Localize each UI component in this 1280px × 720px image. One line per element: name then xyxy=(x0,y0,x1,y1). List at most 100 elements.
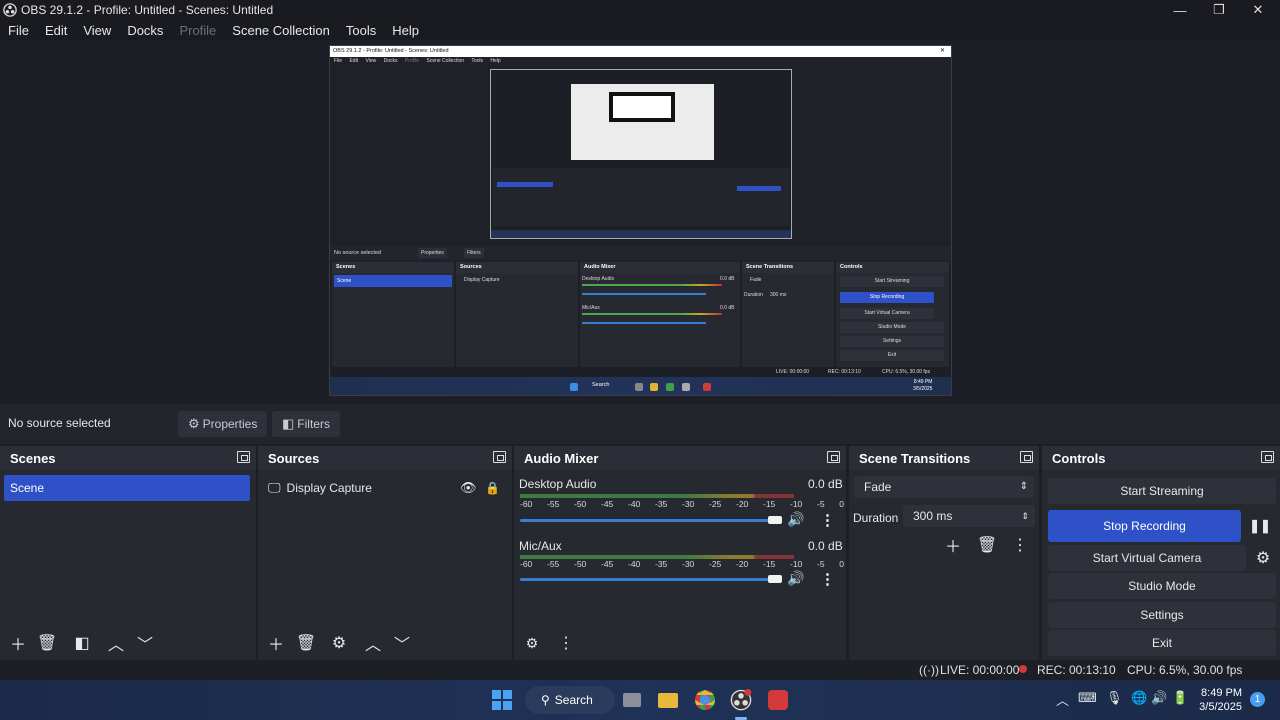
transition-properties-button[interactable]: ⋮ xyxy=(1009,534,1031,556)
preview-statusbar: LIVE: 00:00:00 REC: 00:13:10 CPU: 6.5%, … xyxy=(330,367,951,377)
source-properties-button[interactable]: ⚙ xyxy=(328,632,350,654)
preview-canvas[interactable]: OBS 29.1.2 - Profile: Untitled - Scenes:… xyxy=(329,45,952,396)
audio-mixer-dock: Audio Mixer Desktop Audio 0.0 dB -60 -55… xyxy=(514,446,846,660)
undock-icon[interactable] xyxy=(1020,451,1033,463)
more-options-icon[interactable]: ⋮ xyxy=(820,570,835,588)
task-view-button[interactable] xyxy=(620,688,644,712)
add-transition-button[interactable]: ＋ xyxy=(942,534,964,556)
tick-label: -60 xyxy=(520,499,533,509)
mic-aux-ticks: -60 -55 -50 -45 -40 -35 -30 -25 -20 -15 … xyxy=(520,559,844,569)
desktop-audio-ticks: -60 -55 -50 -45 -40 -35 -30 -25 -20 -15 … xyxy=(520,499,844,509)
scenes-dock: Scenes Scene ＋ 🗑 ◧ ︿ ﹀ xyxy=(0,446,256,660)
preview-duration-label: Duration xyxy=(744,292,763,298)
notification-badge[interactable]: 1 xyxy=(1250,692,1265,707)
globe-icon[interactable]: 🌐 xyxy=(1131,690,1147,706)
menu-docks[interactable]: Docks xyxy=(119,23,171,38)
preview-dock-title: Sources xyxy=(456,262,578,273)
remove-scene-button[interactable]: 🗑 xyxy=(36,632,58,654)
remove-transition-button[interactable]: 🗑 xyxy=(976,534,998,556)
menu-file[interactable]: File xyxy=(0,23,37,38)
search-icon: ⚲ xyxy=(541,693,550,707)
wps-office-button[interactable] xyxy=(766,688,790,712)
undock-icon[interactable] xyxy=(1261,451,1274,463)
preview-taskbar: Search 8:49 PM 3/5/2025 xyxy=(330,377,951,395)
battery-icon[interactable]: 🔋 xyxy=(1172,690,1188,706)
tick-label: -20 xyxy=(736,559,749,569)
add-source-button[interactable]: ＋ xyxy=(265,632,287,654)
menu-scene-collection[interactable]: Scene Collection xyxy=(224,23,338,38)
source-list-item[interactable]: 🖵 Display Capture 👁 🔒 xyxy=(268,477,508,499)
taskbar-search[interactable]: ⚲ Search xyxy=(525,686,615,714)
chevron-up-icon: ︿ xyxy=(364,637,381,654)
microphone-icon[interactable]: 🎙 xyxy=(1106,690,1123,706)
settings-button[interactable]: Settings xyxy=(1048,602,1276,628)
minimize-button[interactable]: — xyxy=(1160,0,1200,20)
desktop-audio-volume-handle[interactable] xyxy=(768,516,782,524)
start-virtual-camera-button[interactable]: Start Virtual Camera xyxy=(1048,545,1246,571)
speaker-icon[interactable]: 🔊 xyxy=(787,511,804,528)
undock-icon[interactable] xyxy=(237,451,250,463)
pause-icon: ❚❚ xyxy=(1249,518,1271,533)
preview-menu-item: Scene Collection xyxy=(426,58,465,64)
maximize-button[interactable]: ❐ xyxy=(1199,0,1239,20)
preview-dock-title: Controls xyxy=(836,262,949,273)
filters-button[interactable]: ◧ Filters xyxy=(272,411,340,437)
gear-icon: ⚙ xyxy=(188,416,200,431)
menu-tools[interactable]: Tools xyxy=(338,23,384,38)
tick-label: -50 xyxy=(574,499,587,509)
chrome-button[interactable] xyxy=(693,688,717,712)
transition-select[interactable]: Fade ⇕ xyxy=(854,476,1034,498)
move-source-up-button[interactable]: ︿ xyxy=(362,632,384,654)
close-button[interactable]: ✕ xyxy=(1238,0,1278,20)
start-streaming-button[interactable]: Start Streaming xyxy=(1048,478,1276,504)
move-scene-down-button[interactable]: ﹀ xyxy=(134,632,156,654)
audio-mixer-title: Audio Mixer xyxy=(524,450,599,466)
file-explorer-button[interactable] xyxy=(656,688,680,712)
pause-recording-button[interactable]: ❚❚ xyxy=(1249,515,1271,537)
menu-help[interactable]: Help xyxy=(384,23,427,38)
preview-ctl: Settings xyxy=(840,336,944,347)
duration-spinbox[interactable]: 300 ms ⇕ xyxy=(903,505,1035,527)
volume-icon[interactable]: 🔊 xyxy=(1151,690,1167,706)
tray-overflow-icon[interactable]: ︿ xyxy=(1056,690,1069,709)
studio-mode-button[interactable]: Studio Mode xyxy=(1048,573,1276,599)
menu-view[interactable]: View xyxy=(75,23,119,38)
gear-icon: ⚙ xyxy=(1255,550,1271,567)
scene-list-item[interactable]: Scene xyxy=(4,475,250,501)
keyboard-icon[interactable]: ⌨ xyxy=(1078,690,1097,706)
more-options-icon[interactable]: ⋮ xyxy=(820,511,835,529)
controls-dock: Controls Start Streaming Stop Recording … xyxy=(1042,446,1280,660)
advanced-audio-button[interactable]: ⚙ xyxy=(521,632,543,654)
lock-icon[interactable]: 🔒 xyxy=(485,481,500,495)
mic-aux-volume-slider[interactable] xyxy=(520,578,778,581)
mixer-menu-button[interactable]: ⋮ xyxy=(555,632,577,654)
exit-button[interactable]: Exit xyxy=(1048,630,1276,656)
move-source-down-button[interactable]: ﹀ xyxy=(391,632,413,654)
preview-duration: 300 ms xyxy=(770,292,787,298)
eye-icon[interactable]: 👁 xyxy=(460,480,477,496)
menu-profile[interactable]: Profile xyxy=(171,23,224,38)
preview-dock-title: Scenes xyxy=(332,262,454,273)
preview-fade: Fade xyxy=(750,277,762,283)
minimize-icon: — xyxy=(1173,2,1187,18)
desktop-audio-volume-slider[interactable] xyxy=(520,519,778,522)
undock-icon[interactable] xyxy=(827,451,840,463)
move-scene-up-button[interactable]: ︿ xyxy=(105,632,127,654)
more-options-icon: ⋮ xyxy=(558,635,574,652)
clock[interactable]: 8:49 PM 3/5/2025 xyxy=(1199,686,1242,714)
start-button[interactable] xyxy=(490,688,514,712)
preview-inner-panels xyxy=(493,168,789,226)
mic-aux-volume-handle[interactable] xyxy=(768,575,782,583)
add-scene-button[interactable]: ＋ xyxy=(7,632,29,654)
speaker-icon[interactable]: 🔊 xyxy=(787,570,804,587)
virtual-camera-settings-button[interactable]: ⚙ xyxy=(1252,547,1274,569)
trash-icon: 🗑 xyxy=(295,635,317,652)
remove-source-button[interactable]: 🗑 xyxy=(295,632,317,654)
stop-recording-button[interactable]: Stop Recording xyxy=(1048,510,1241,542)
scene-filters-button[interactable]: ◧ xyxy=(71,632,93,654)
properties-button[interactable]: ⚙ Properties xyxy=(178,411,268,437)
obs-taskbar-button[interactable] xyxy=(729,688,753,712)
menu-edit[interactable]: Edit xyxy=(37,23,75,38)
undock-icon[interactable] xyxy=(493,451,506,463)
preview-filters: Filters xyxy=(464,248,484,258)
